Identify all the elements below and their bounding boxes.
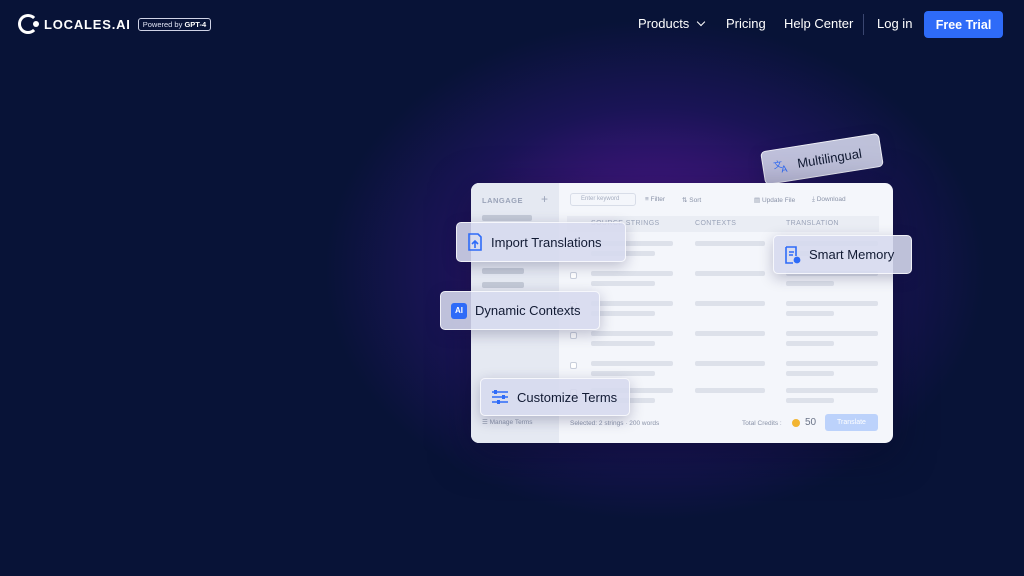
nav-pricing-link[interactable]: Pricing: [726, 16, 766, 31]
download-label: Download: [816, 196, 846, 203]
sidebar-manage-terms-label: Manage Terms: [489, 419, 533, 426]
feature-chip-import-translations: Import Translations: [456, 222, 626, 262]
sort-label: Sort: [689, 197, 702, 204]
row-placeholder-line: [591, 271, 673, 276]
feature-chip-smart-memory: Smart Memory: [773, 235, 912, 274]
row-placeholder-line: [695, 361, 765, 366]
feature-chip-terms-label: Customize Terms: [517, 389, 618, 405]
translate-icon: 文 A: [772, 156, 790, 174]
sidebar-placeholder-line: [482, 215, 532, 221]
row-placeholder-line: [591, 371, 655, 376]
filter-label: Filter: [650, 196, 666, 203]
row-placeholder-line: [786, 398, 834, 403]
top-navigation: LOCALES.AI Powered by GPT-4 Products Pri…: [0, 0, 1024, 50]
column-header-contexts: CONTEXTS: [695, 220, 737, 227]
sidebar-title: LANGAGE: [482, 196, 523, 205]
file-icon: ▤: [754, 197, 762, 204]
row-checkbox[interactable]: [570, 362, 577, 369]
sidebar-manage-terms[interactable]: ☰ Manage Terms: [482, 418, 533, 426]
credit-coin-icon: [792, 419, 800, 427]
row-placeholder-line: [786, 341, 834, 346]
sliders-icon: [491, 389, 509, 405]
row-placeholder-line: [695, 388, 765, 393]
row-placeholder-line: [695, 331, 765, 336]
sort-button[interactable]: ⇅ Sort: [682, 196, 701, 204]
selected-strings-count: Selected: 2 strings · 200 words: [570, 420, 660, 427]
row-placeholder-line: [591, 361, 673, 366]
download-button[interactable]: ⤓ Download: [812, 196, 846, 204]
import-file-icon: [467, 233, 483, 251]
memory-file-icon: [784, 245, 801, 264]
keyword-search-input[interactable]: Enter keyword: [570, 193, 636, 206]
translate-button[interactable]: Translate: [825, 414, 878, 431]
nav-help-center-link[interactable]: Help Center: [784, 16, 853, 31]
row-placeholder-line: [786, 361, 878, 366]
column-header-translation: TRANSLATION: [786, 220, 839, 227]
row-placeholder-line: [591, 341, 655, 346]
powered-by-badge: Powered by GPT-4: [137, 17, 212, 31]
row-placeholder-line: [786, 311, 834, 316]
list-icon: ☰: [482, 419, 490, 426]
total-credits-label: Total Credits :: [742, 420, 782, 427]
row-placeholder-line: [786, 331, 878, 336]
feature-chip-contexts-label: Dynamic Contexts: [475, 303, 581, 318]
nav-products-menu[interactable]: Products: [638, 16, 706, 31]
brand-name: LOCALES.AI: [44, 16, 131, 32]
nav-divider: [863, 14, 864, 35]
nav-products-label: Products: [638, 16, 690, 31]
filter-button[interactable]: ≡ Filter: [645, 196, 665, 203]
badge-prefix: Powered by: [142, 19, 183, 29]
ai-icon: AI: [451, 302, 467, 319]
row-placeholder-line: [695, 241, 765, 246]
feature-chip-import-label: Import Translations: [491, 234, 602, 250]
brand-logo[interactable]: LOCALES.AI Powered by GPT-4: [18, 14, 212, 34]
feature-chip-customize-terms: Customize Terms: [480, 378, 630, 416]
feature-chip-dynamic-contexts: AI Dynamic Contexts: [440, 291, 600, 330]
row-placeholder-line: [786, 281, 834, 286]
row-placeholder-line: [591, 331, 673, 336]
row-placeholder-line: [695, 301, 765, 306]
ai-icon-label: AI: [451, 302, 467, 319]
row-placeholder-line: [591, 301, 673, 306]
row-placeholder-line: [786, 301, 878, 306]
row-placeholder-line: [591, 311, 655, 316]
row-checkbox[interactable]: [570, 272, 577, 279]
update-file-label: Update File: [761, 197, 796, 204]
login-link[interactable]: Log in: [877, 16, 912, 31]
sidebar-placeholder-line: [482, 282, 524, 288]
row-checkbox[interactable]: [570, 332, 577, 339]
feature-chip-memory-label: Smart Memory: [809, 247, 895, 262]
sidebar-placeholder-line: [482, 268, 524, 274]
row-placeholder-line: [786, 388, 878, 393]
feature-chip-multilingual-label: Multilingual: [796, 145, 863, 171]
update-file-button[interactable]: ▤ Update File: [754, 196, 795, 204]
row-placeholder-line: [591, 281, 655, 286]
row-placeholder-line: [786, 371, 834, 376]
free-trial-button[interactable]: Free Trial: [924, 11, 1003, 38]
row-placeholder-line: [695, 271, 765, 276]
badge-model: GPT-4: [184, 19, 207, 29]
logo-icon: [18, 14, 39, 34]
add-language-icon: +: [541, 192, 549, 206]
total-credits-value: 50: [805, 417, 817, 428]
svg-text:A: A: [781, 164, 789, 174]
chevron-down-icon: [697, 17, 706, 26]
